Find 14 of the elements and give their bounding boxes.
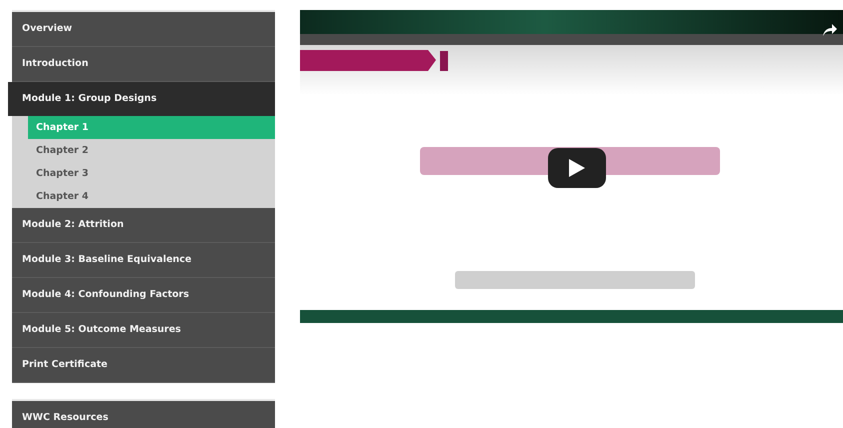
share-icon[interactable] <box>823 24 837 36</box>
nav-item[interactable]: Module 2: Attrition <box>12 208 275 243</box>
nav-item[interactable]: Print Certificate <box>12 348 275 383</box>
nav-item[interactable]: Module 3: Baseline Equivalence <box>12 243 275 278</box>
chapter-item[interactable]: Chapter 2 <box>28 139 275 162</box>
nav-item[interactable]: Module 5: Outcome Measures <box>12 313 275 348</box>
resources-link[interactable]: WWC Resources <box>12 401 275 428</box>
nav-item[interactable]: Overview <box>12 12 275 47</box>
play-button[interactable] <box>548 148 606 188</box>
chapter-item[interactable]: Chapter 4 <box>28 185 275 208</box>
play-icon <box>569 159 585 177</box>
chapter-item[interactable]: Chapter 3 <box>28 162 275 185</box>
nav-item[interactable]: Module 4: Confounding Factors <box>12 278 275 313</box>
nav-item[interactable]: Module 1: Group Designs <box>8 82 275 116</box>
